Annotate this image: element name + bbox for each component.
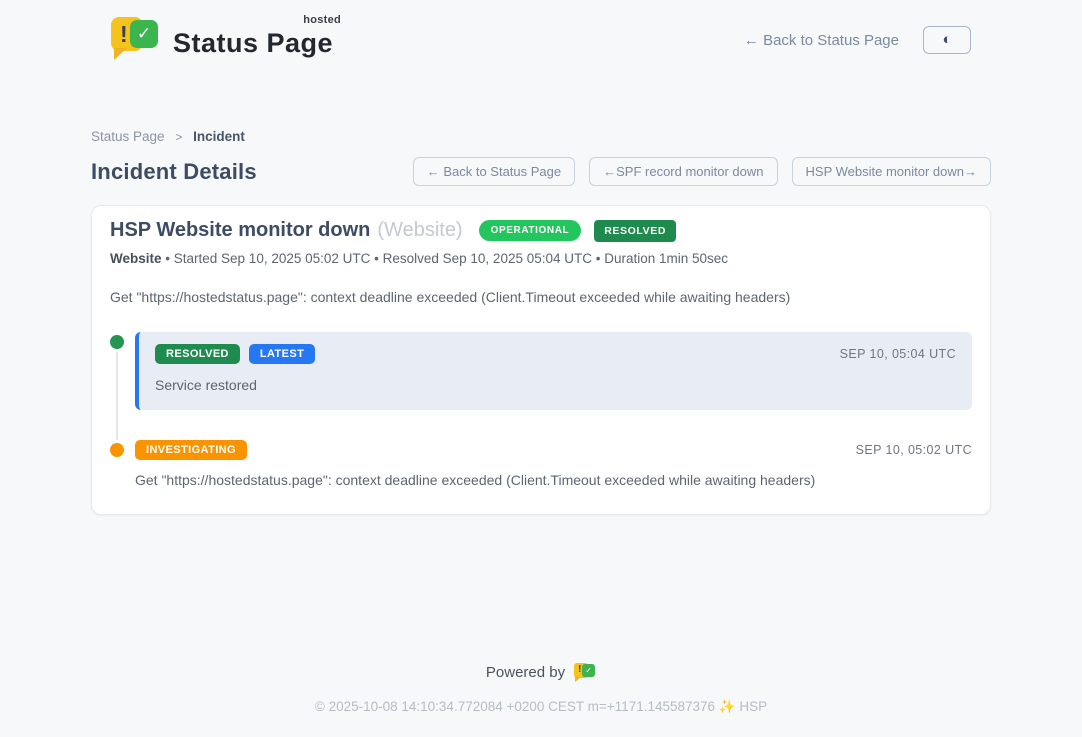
- header-right: ← Back to Status Page ◐: [744, 26, 971, 54]
- breadcrumb-incident: Incident: [193, 129, 245, 144]
- exclamation-icon: !: [120, 21, 128, 48]
- header-back-link[interactable]: ← Back to Status Page: [744, 32, 899, 49]
- timeline-badges: INVESTIGATING: [135, 440, 247, 460]
- timeline-timestamp: SEP 10, 05:02 UTC: [856, 443, 972, 457]
- meta-component: Website: [110, 251, 162, 266]
- timeline-entry-content: INVESTIGATING SEP 10, 05:02 UTC Get "htt…: [135, 440, 972, 488]
- timeline-entry-head: INVESTIGATING SEP 10, 05:02 UTC: [135, 440, 972, 460]
- incident-title-row: HSP Website monitor down (Website) OPERA…: [110, 219, 972, 242]
- copyright-text: © 2025-10-08 14:10:34.772084 +0200 CEST …: [0, 699, 1082, 715]
- logo-link[interactable]: ! ✓ Status Page hosted: [111, 14, 333, 66]
- mini-check-icon: ✓: [582, 664, 595, 677]
- theme-toggle-icon: ◐: [942, 31, 951, 48]
- breadcrumb: Status Page > Incident: [91, 129, 991, 144]
- incident-title: HSP Website monitor down: [110, 219, 370, 242]
- timeline-dot-green: [110, 335, 124, 349]
- breadcrumb-status-page[interactable]: Status Page: [91, 129, 165, 144]
- mini-logo-bubble-tail: [575, 677, 581, 682]
- logo-title: Status Page hosted: [173, 14, 333, 59]
- latest-status-badge: LATEST: [249, 344, 315, 364]
- incident-meta: Website • Started Sep 10, 2025 05:02 UTC…: [110, 251, 972, 266]
- back-to-status-page-button[interactable]: ← Back to Status Page: [413, 157, 575, 186]
- title-row: Incident Details ← Back to Status Page ←…: [91, 157, 991, 186]
- timeline-timestamp: SEP 10, 05:04 UTC: [840, 347, 956, 361]
- logo-title-text: Status Page: [173, 28, 333, 58]
- meta-details: • Started Sep 10, 2025 05:02 UTC • Resol…: [165, 251, 728, 266]
- logo-bubble-tail: [114, 48, 127, 60]
- incident-description: Get "https://hostedstatus.page": context…: [110, 289, 972, 305]
- main-content: Status Page > Incident Incident Details …: [91, 129, 991, 662]
- page-title: Incident Details: [91, 159, 257, 185]
- timeline-entry-resolved: RESOLVED LATEST SEP 10, 05:04 UTC Servic…: [110, 332, 972, 410]
- timeline-entry-investigating: INVESTIGATING SEP 10, 05:02 UTC Get "htt…: [110, 440, 972, 488]
- status-page-logo-icon: ! ✓: [111, 14, 159, 66]
- resolved-status-badge: RESOLVED: [155, 344, 240, 364]
- header: ! ✓ Status Page hosted ← Back to Status …: [111, 0, 971, 66]
- powered-by-link[interactable]: Powered by ! ✓: [486, 662, 596, 682]
- check-icon: ✓: [130, 20, 158, 48]
- prev-incident-button[interactable]: ←SPF record monitor down: [589, 157, 777, 186]
- resolved-badge: RESOLVED: [594, 220, 676, 242]
- theme-toggle-button[interactable]: ◐: [923, 26, 971, 54]
- powered-by-logo-icon: ! ✓: [574, 662, 596, 682]
- timeline-connector-line: [116, 348, 118, 440]
- operational-badge: OPERATIONAL: [479, 220, 582, 241]
- incident-card: HSP Website monitor down (Website) OPERA…: [91, 205, 991, 515]
- timeline-highlight-box: RESOLVED LATEST SEP 10, 05:04 UTC Servic…: [135, 332, 972, 410]
- logo-hosted-label: hosted: [303, 14, 341, 26]
- timeline-badges: RESOLVED LATEST: [155, 344, 315, 364]
- mini-exclamation-icon: !: [578, 664, 581, 675]
- timeline-message: Service restored: [155, 377, 956, 393]
- incident-nav-buttons: ← Back to Status Page ←SPF record monito…: [413, 157, 991, 186]
- timeline-dot-orange: [110, 443, 124, 457]
- next-incident-button[interactable]: HSP Website monitor down→: [792, 157, 991, 186]
- breadcrumb-separator: >: [175, 130, 182, 144]
- timeline-entry-head: RESOLVED LATEST SEP 10, 05:04 UTC: [155, 344, 956, 364]
- powered-by-label: Powered by: [486, 664, 565, 681]
- timeline-entry-content: RESOLVED LATEST SEP 10, 05:04 UTC Servic…: [135, 332, 972, 410]
- investigating-status-badge: INVESTIGATING: [135, 440, 247, 460]
- incident-timeline: RESOLVED LATEST SEP 10, 05:04 UTC Servic…: [110, 332, 972, 488]
- timeline-message: Get "https://hostedstatus.page": context…: [135, 472, 972, 488]
- incident-component: (Website): [377, 219, 462, 242]
- footer: Powered by ! ✓ © 2025-10-08 14:10:34.772…: [0, 662, 1082, 737]
